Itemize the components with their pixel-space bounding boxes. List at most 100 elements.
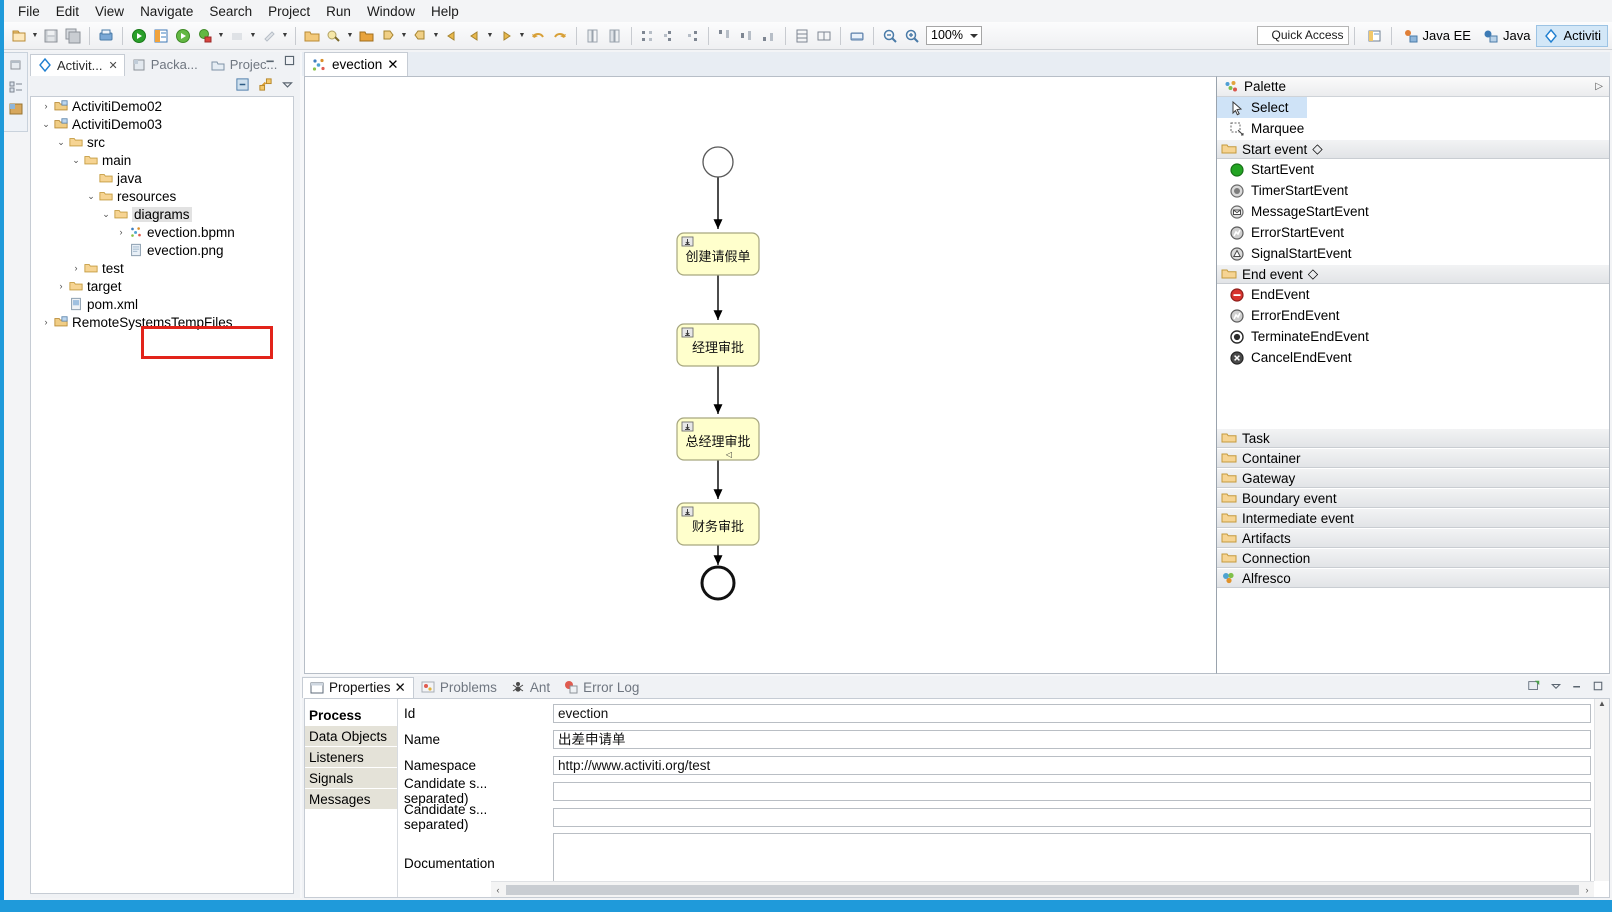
back-icon[interactable] — [442, 26, 462, 46]
tree-item-evection-bpmn[interactable]: › evection.bpmn — [31, 223, 293, 241]
perspective-java-ee[interactable]: Java EE — [1397, 25, 1477, 47]
tree-item-resources[interactable]: ⌄ resources — [31, 187, 293, 205]
zoom-out-icon[interactable] — [880, 26, 900, 46]
task-node[interactable]: 总经理审批 ◁ — [676, 417, 760, 461]
tree-item-main[interactable]: ⌄ main — [31, 151, 293, 169]
properties-side-tab-listeners[interactable]: Listeners — [305, 747, 397, 767]
print-icon[interactable] — [96, 26, 116, 46]
zoom-in-icon[interactable] — [902, 26, 922, 46]
palette-group-end-event[interactable]: End event ◇ — [1217, 264, 1609, 284]
palette-group-artifacts[interactable]: Artifacts — [1217, 528, 1609, 548]
palette-group-task[interactable]: Task — [1217, 428, 1609, 448]
chevron-right-icon[interactable]: › — [114, 227, 128, 237]
task-node[interactable]: 创建请假单 — [676, 232, 760, 276]
palette-item-startevent[interactable]: StartEvent — [1217, 159, 1609, 180]
prev-annotation-dropdown-icon[interactable]: ▼ — [431, 26, 441, 46]
start-event[interactable] — [702, 146, 734, 178]
servers-view-icon[interactable] — [8, 101, 24, 117]
toggle-grid-icon[interactable] — [583, 26, 603, 46]
tree-item-target[interactable]: › target — [31, 277, 293, 295]
debug-icon[interactable] — [129, 26, 149, 46]
open-perspective-icon[interactable] — [1365, 26, 1385, 46]
view-menu-icon[interactable] — [1550, 680, 1562, 692]
properties-side-tab-data-objects[interactable]: Data Objects — [305, 726, 397, 746]
tab-package-explorer[interactable]: Packa... — [125, 54, 204, 76]
palette-item-messagestartevent[interactable]: MessageStartEvent — [1217, 201, 1609, 222]
chevron-down-icon[interactable]: ⌄ — [54, 137, 68, 148]
view-menu-icon[interactable] — [281, 78, 294, 91]
menu-project[interactable]: Project — [260, 2, 318, 21]
palette-group-intermediate-event[interactable]: Intermediate event — [1217, 508, 1609, 528]
back-dropdown-icon[interactable]: ▼ — [485, 26, 495, 46]
save-all-icon[interactable] — [63, 26, 83, 46]
collapse-all-icon[interactable] — [235, 77, 250, 92]
scroll-right-icon[interactable]: › — [1580, 885, 1594, 895]
task-node[interactable]: 财务审批 — [676, 502, 760, 546]
quick-access-input[interactable]: Quick Access — [1256, 26, 1349, 45]
id-input[interactable]: evection — [553, 703, 1591, 723]
menu-search[interactable]: Search — [201, 2, 260, 21]
forward-dropdown-icon[interactable]: ▼ — [517, 26, 527, 46]
tree-item-java[interactable]: java — [31, 169, 293, 187]
palette-group-start-event[interactable]: Start event ◇ — [1217, 139, 1609, 159]
open-resource-icon[interactable] — [356, 26, 376, 46]
menu-run[interactable]: Run — [318, 2, 359, 21]
palette-item-endevent[interactable]: EndEvent — [1217, 284, 1609, 305]
close-icon[interactable]: ✕ — [387, 57, 398, 73]
restore-view-icon[interactable] — [8, 57, 24, 73]
close-icon[interactable]: ✕ — [109, 59, 118, 72]
tree-item-activitidemo03[interactable]: ⌄ ActivitiDemo03 — [31, 115, 293, 133]
chevron-down-icon[interactable]: ⌄ — [99, 209, 113, 220]
back-history-icon[interactable] — [464, 26, 484, 46]
tab-problems[interactable]: Problems — [414, 677, 504, 698]
link-with-editor-icon[interactable] — [258, 77, 273, 92]
menu-help[interactable]: Help — [423, 2, 467, 21]
chevron-right-icon[interactable]: › — [54, 281, 68, 291]
run-icon[interactable] — [173, 26, 193, 46]
tab-activiti-explorer[interactable]: Activit... ✕ — [30, 54, 125, 76]
properties-side-tab-messages[interactable]: Messages — [305, 789, 397, 809]
palette-group-boundary-event[interactable]: Boundary event — [1217, 488, 1609, 508]
save-icon[interactable] — [41, 26, 61, 46]
zoom-level-combo[interactable]: 100% — [926, 26, 982, 45]
palette-tool-select[interactable]: Select — [1217, 97, 1307, 118]
namespace-input[interactable]: http://www.activiti.org/test — [553, 755, 1591, 775]
properties-side-tab-signals[interactable]: Signals — [305, 768, 397, 788]
menu-navigate[interactable]: Navigate — [132, 2, 201, 21]
palette-item-terminateendevent[interactable]: TerminateEndEvent — [1217, 326, 1609, 347]
align-bottom-icon[interactable] — [759, 26, 779, 46]
tab-properties[interactable]: Properties ✕ — [302, 677, 414, 698]
palette-group-pin-icon[interactable]: ◇ — [1312, 141, 1322, 157]
profile-dropdown-icon[interactable]: ▼ — [280, 26, 290, 46]
next-annotation-dropdown-icon[interactable]: ▼ — [399, 26, 409, 46]
palette-item-signalstartevent[interactable]: SignalStartEvent — [1217, 243, 1609, 264]
maximize-icon[interactable] — [1592, 680, 1604, 692]
palette-tool-marquee[interactable]: Marquee — [1217, 118, 1609, 139]
perspective-activiti[interactable]: Activiti — [1536, 24, 1608, 47]
external-tools-dropdown-icon[interactable]: ▼ — [216, 26, 226, 46]
palette-item-timerstartevent[interactable]: TimerStartEvent — [1217, 180, 1609, 201]
palette-item-errorendevent[interactable]: ErrorEndEvent — [1217, 305, 1609, 326]
perspective-icon[interactable] — [151, 26, 171, 46]
align-middle-icon[interactable] — [737, 26, 757, 46]
tree-item-remotesystemstempfiles[interactable]: › RemoteSystemsTempFiles — [31, 313, 293, 331]
next-annotation-icon[interactable] — [378, 26, 398, 46]
redo-icon[interactable] — [550, 26, 570, 46]
tab-evection-editor[interactable]: evection ✕ — [304, 52, 408, 76]
menu-window[interactable]: Window — [359, 2, 423, 21]
scroll-up-icon[interactable]: ▲ — [1595, 699, 1609, 713]
candidate-s-separated-input[interactable] — [553, 807, 1591, 827]
chevron-down-icon[interactable]: ⌄ — [39, 119, 53, 130]
tab-error-log[interactable]: Error Log — [557, 677, 646, 698]
align-left-icon[interactable] — [638, 26, 658, 46]
new-java-class-dropdown-icon[interactable]: ▼ — [345, 26, 355, 46]
fit-page-icon[interactable] — [847, 26, 867, 46]
menu-file[interactable]: File — [10, 2, 48, 21]
open-type-icon[interactable] — [302, 26, 322, 46]
prev-annotation-icon[interactable] — [410, 26, 430, 46]
new-file-dropdown-icon[interactable]: ▼ — [30, 26, 40, 46]
tree-item-evection-png[interactable]: evection.png — [31, 241, 293, 259]
properties-vertical-scrollbar[interactable]: ▲ — [1594, 699, 1609, 881]
external-tools-icon[interactable] — [195, 26, 215, 46]
palette-group-connection[interactable]: Connection — [1217, 548, 1609, 568]
